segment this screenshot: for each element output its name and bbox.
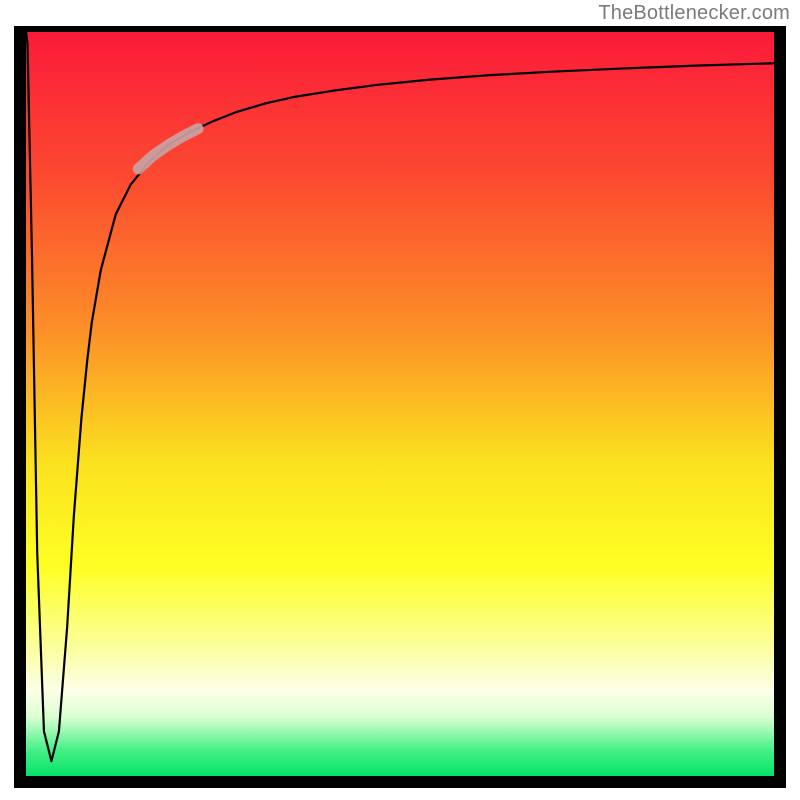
chart-frame bbox=[14, 26, 786, 788]
gradient-background bbox=[26, 32, 774, 776]
plot-area bbox=[26, 32, 774, 776]
chart-container: TheBottlenecker.com bbox=[0, 0, 800, 800]
chart-canvas bbox=[26, 32, 774, 776]
attribution-text: TheBottlenecker.com bbox=[598, 2, 790, 25]
